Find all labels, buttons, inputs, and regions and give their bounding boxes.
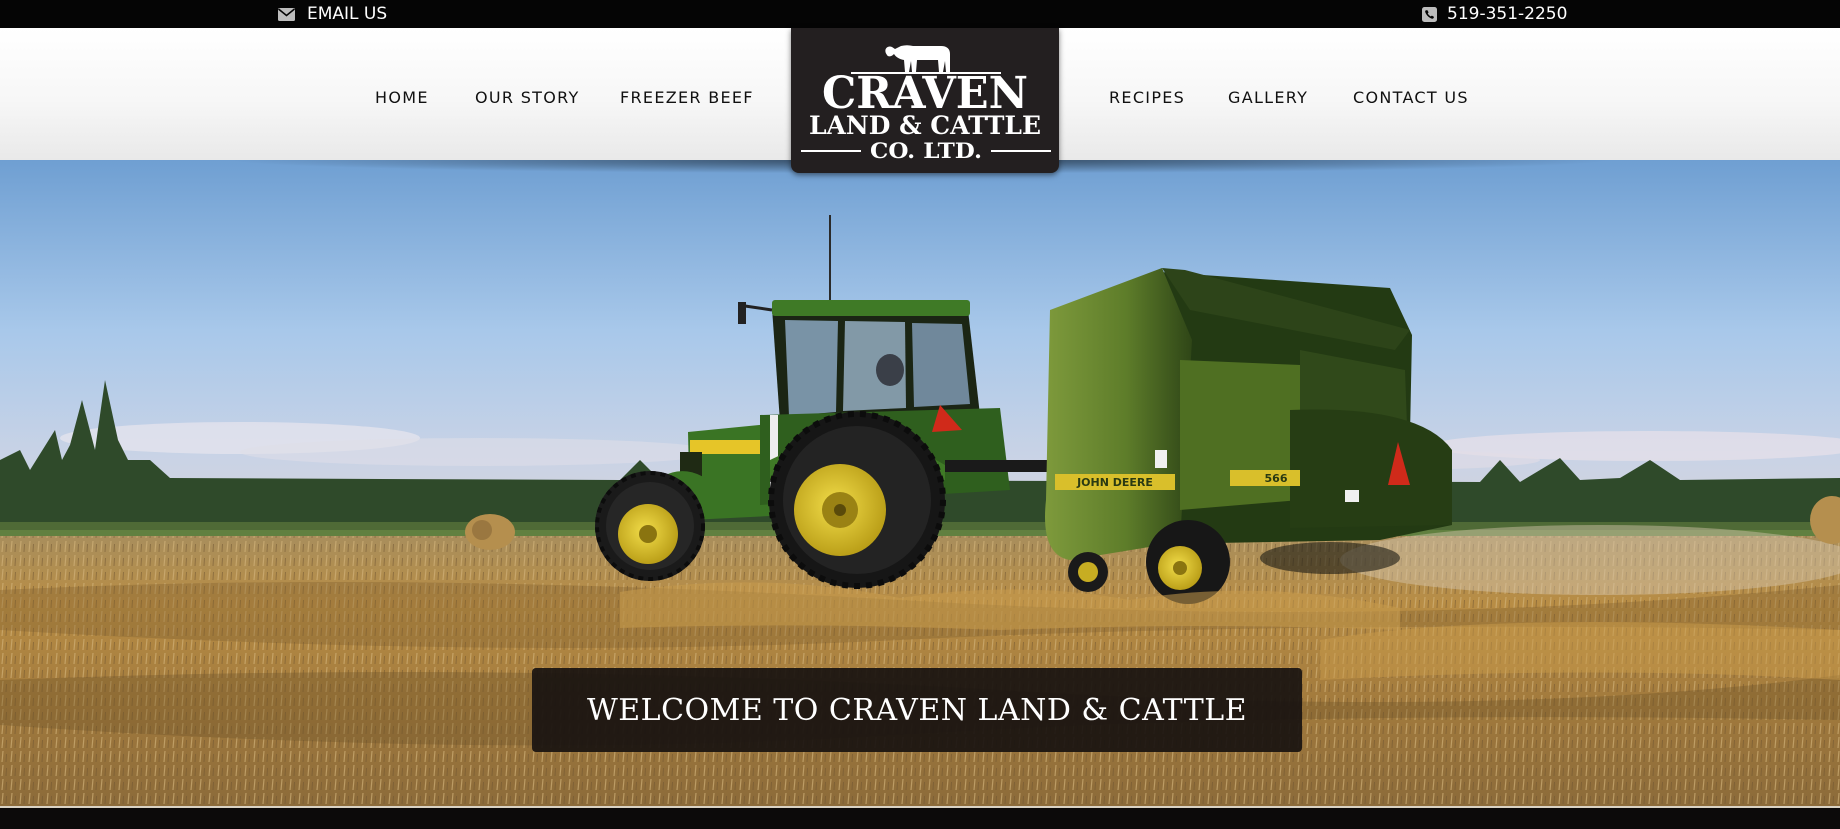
logo-line-3: CO. LTD. [870, 138, 982, 163]
phone-number: 519-351-2250 [1447, 4, 1568, 24]
baler-brand-text: JOHN DEERE [1076, 476, 1153, 489]
nav-gallery[interactable]: GALLERY [1228, 28, 1308, 166]
email-link[interactable]: EMAIL US [278, 0, 387, 28]
nav-recipes[interactable]: RECIPES [1109, 28, 1185, 166]
email-label: EMAIL US [307, 4, 388, 24]
nav-our-story[interactable]: OUR STORY [475, 28, 580, 166]
top-bar: EMAIL US 519-351-2250 [0, 0, 1840, 28]
nav-home[interactable]: HOME [375, 28, 429, 166]
logo-graphic: CRAVEN LAND & CATTLE CO. LTD. [801, 45, 1051, 163]
nav-freezer-beef[interactable]: FREEZER BEEF [620, 28, 754, 166]
baler-model-text: 566 [1265, 472, 1288, 485]
logo-line-2: LAND & CATTLE [809, 111, 1041, 140]
phone-icon [1422, 6, 1437, 22]
phone-link[interactable]: 519-351-2250 [1422, 0, 1567, 28]
site-logo[interactable]: CRAVEN LAND & CATTLE CO. LTD. [791, 28, 1059, 173]
envelope-icon [278, 7, 295, 21]
page-bottom-strip [0, 808, 1840, 829]
welcome-banner: WELCOME TO CRAVEN LAND & CATTLE [532, 668, 1302, 752]
nav-contact-us[interactable]: CONTACT US [1353, 28, 1469, 166]
